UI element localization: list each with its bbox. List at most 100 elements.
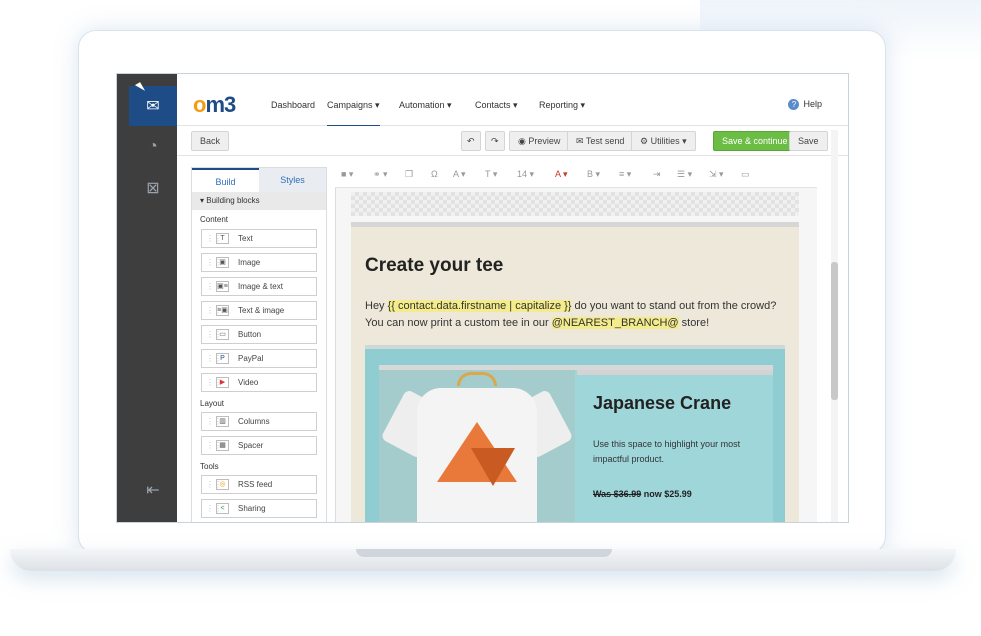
block-image-text-label: Image & text [238, 282, 283, 291]
top-navigation: om3 Dashboard Campaigns ▾ Automation ▾ C… [177, 74, 848, 128]
help-link[interactable]: ? Help [788, 99, 822, 110]
promo-columns: Japanese Crane Use this space to highlig… [379, 365, 773, 522]
block-video[interactable]: ⋮⋮ ▶ Video [201, 373, 317, 392]
envelope-icon[interactable]: ✉ [143, 96, 163, 116]
format-brush-icon[interactable]: ■ ▾ [341, 169, 353, 180]
email-heading[interactable]: Create your tee [365, 255, 503, 277]
scroll-thumb[interactable] [831, 262, 838, 400]
line2-prefix: You can now print a custom tee in our [365, 317, 552, 329]
om3-logo[interactable]: om3 [193, 92, 236, 118]
block-text[interactable]: ⋮⋮ T Text [201, 229, 317, 248]
send-icon: ✉ [576, 136, 586, 146]
copy-format-icon[interactable]: ❐ [405, 169, 413, 180]
nav-contacts[interactable]: Contacts ▾ [475, 100, 518, 111]
nav-automation[interactable]: Automation ▾ [399, 100, 452, 111]
font-size-select[interactable]: 14 ▾ [517, 169, 534, 180]
product-price[interactable]: Was $36.99 now $25.99 [593, 489, 692, 499]
help-label: Help [803, 99, 822, 109]
email-line-1[interactable]: Hey {{ contact.data.firstname | capitali… [365, 300, 776, 312]
editor-scrollbar[interactable] [831, 130, 838, 522]
test-send-button[interactable]: ✉ Test send [567, 131, 634, 151]
test-send-label: Test send [585, 136, 625, 146]
text-style-icon[interactable]: A ▾ [453, 169, 466, 180]
button-icon: ▭ [216, 329, 229, 340]
tab-build[interactable]: Build [192, 168, 259, 192]
rss-icon: ◎ [216, 479, 229, 490]
old-price: Was $36.99 [593, 489, 642, 499]
tab-styles[interactable]: Styles [259, 168, 326, 192]
editor-toolbar: ■ ▾ ⚭ ▾ ❐ Ω A ▾ T ▾ 14 ▾ A ▾ B ▾ ≡ ▾ ⇥ ☰… [335, 164, 817, 188]
block-rss[interactable]: ⋮⋮ ◎ RSS feed [201, 475, 317, 494]
nav-dashboard[interactable]: Dashboard [271, 100, 315, 110]
block-paypal[interactable]: ⋮⋮ P PayPal [201, 349, 317, 368]
block-columns[interactable]: ⋮⋮ ▥ Columns [201, 412, 317, 431]
save-continue-button[interactable]: Save & continue [713, 131, 797, 151]
group-content: Content [200, 215, 229, 224]
merge-tag-firstname[interactable]: {{ contact.data.firstname | capitalize }… [387, 300, 572, 312]
redo-icon[interactable]: ↷ [485, 131, 505, 151]
block-image[interactable]: ⋮⋮ ▣ Image [201, 253, 317, 272]
tee-image[interactable] [379, 370, 575, 522]
product-description[interactable]: Use this space to highlight your most im… [593, 437, 763, 467]
gear-icon: ⚙ [640, 136, 651, 146]
block-button[interactable]: ⋮⋮ ▭ Button [201, 325, 317, 344]
text-color-icon[interactable]: A ▾ [555, 169, 568, 180]
product-title[interactable]: Japanese Crane [593, 393, 731, 414]
help-icon: ? [788, 99, 800, 110]
product-column[interactable]: Japanese Crane Use this space to highlig… [577, 370, 773, 522]
promo-section[interactable]: Japanese Crane Use this space to highlig… [365, 345, 785, 522]
template-icon[interactable]: ⊠ [143, 178, 163, 198]
special-char-icon[interactable]: Ω [431, 169, 438, 179]
undo-icon[interactable]: ↶ [461, 131, 481, 151]
image-icon: ▣ [216, 257, 229, 268]
preview-label: Preview [528, 136, 561, 146]
line1-prefix: Hey [365, 300, 388, 312]
text-icon: T [216, 233, 229, 244]
block-spacer[interactable]: ⋮⋮ ▦ Spacer [201, 436, 317, 455]
action-toolbar: Back ↶ ↷ ◉ Preview ✉ Test send ⚙ Utiliti… [177, 126, 848, 156]
list-icon[interactable]: ☰ ▾ [677, 169, 692, 180]
block-image-text[interactable]: ⋮⋮ ▣≡ Image & text [201, 277, 317, 296]
merge-tag-branch[interactable]: @NEAREST_BRANCH@ [551, 317, 679, 329]
nav-automation-label: Automation [399, 100, 445, 110]
group-tools: Tools [200, 462, 219, 471]
email-line-2[interactable]: You can now print a custom tee in our @N… [365, 317, 709, 329]
nav-campaigns[interactable]: Campaigns ▾ [327, 100, 380, 128]
source-icon[interactable]: ▭ [741, 169, 750, 180]
block-button-label: Button [238, 330, 262, 339]
new-price: now $25.99 [641, 489, 692, 499]
logout-icon[interactable]: ⇤ [143, 480, 163, 500]
laptop-notch [356, 549, 612, 557]
block-paypal-label: PayPal [238, 354, 264, 363]
back-button[interactable]: Back [191, 131, 230, 151]
block-video-label: Video [238, 378, 259, 387]
align-icon[interactable]: ≡ ▾ [619, 169, 631, 180]
email-body[interactable]: Create your tee Hey {{ contact.data.firs… [351, 222, 799, 522]
preview-button[interactable]: ◉ Preview [509, 131, 570, 151]
pie-chart-icon[interactable]: ◔ [143, 138, 163, 156]
left-rail: ✉ ◔ ⊠ ⇤ [117, 74, 177, 522]
nav-contacts-label: Contacts [475, 100, 511, 110]
builder-panel: Build Styles ▾ Building blocks Content ⋮… [191, 167, 327, 522]
hanger-shape [457, 372, 497, 386]
paypal-icon: P [216, 353, 229, 364]
nav-reporting-label: Reporting [539, 100, 579, 110]
utilities-label: Utilities [650, 136, 680, 146]
insert-icon[interactable]: ⇲ ▾ [709, 169, 724, 180]
building-blocks-label: Building blocks [206, 196, 260, 205]
builder-tabs: Build Styles [192, 168, 326, 192]
block-sharing[interactable]: ⋮⋮ < Sharing [201, 499, 317, 518]
indent-icon[interactable]: ⇥ [653, 169, 661, 180]
building-blocks-header[interactable]: ▾ Building blocks [192, 192, 326, 210]
save-button[interactable]: Save [789, 131, 828, 151]
line2-suffix: store! [678, 317, 710, 329]
link-icon[interactable]: ⚭ ▾ [373, 169, 388, 180]
share-icon: < [216, 503, 229, 514]
font-family-icon[interactable]: T ▾ [485, 169, 497, 180]
bold-icon[interactable]: B ▾ [587, 169, 600, 180]
nav-reporting[interactable]: Reporting ▾ [539, 100, 585, 111]
group-layout: Layout [200, 399, 225, 408]
block-text-image[interactable]: ⋮⋮ ≡▣ Text & image [201, 301, 317, 320]
utilities-button[interactable]: ⚙ Utilities ▾ [631, 131, 696, 151]
canvas-margin [351, 192, 799, 216]
